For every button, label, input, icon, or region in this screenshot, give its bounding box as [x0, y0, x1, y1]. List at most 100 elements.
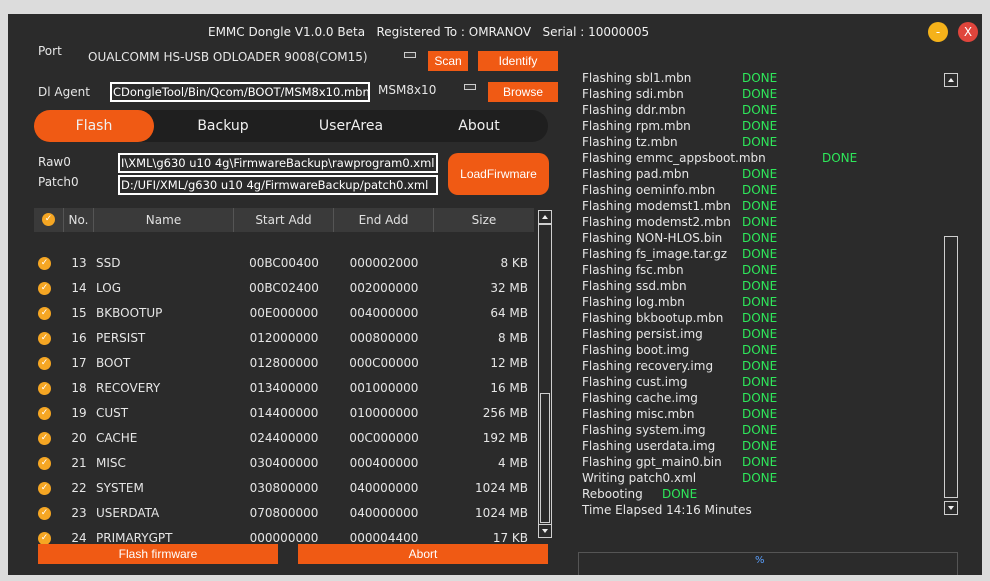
scan-button[interactable]: Scan [428, 51, 468, 71]
row-name: BOOT [96, 356, 131, 370]
row-size: 1024 MB [475, 506, 528, 520]
header-no: No. [64, 208, 94, 232]
log-line: Flashing ddr.mbn DONE [582, 102, 777, 118]
tab-userarea[interactable]: UserArea [292, 110, 410, 142]
log-line: Writing patch0.xml DONE [582, 470, 777, 486]
log-status: DONE [742, 311, 778, 325]
check-all-icon[interactable]: ✓ [42, 213, 55, 226]
agent-path-field[interactable]: CDongleTool/Bin/Qcom/BOOT/MSM8x10.mbn [110, 82, 370, 102]
close-button[interactable]: X [958, 22, 978, 42]
log-line: Flashing cache.img DONE [582, 390, 777, 406]
row-end: 000800000 [349, 331, 419, 345]
row-name: USERDATA [96, 506, 160, 520]
log-scrollbar[interactable] [944, 236, 958, 498]
log-status: DONE [742, 183, 778, 197]
row-start: 024400000 [249, 431, 319, 445]
table-row[interactable]: ✓ 20 CACHE 024400000 00C000000 192 MB [34, 426, 534, 451]
log-text: Flashing sbl1.mbn [582, 71, 692, 85]
progress-bar: % [578, 552, 958, 575]
minimize-button[interactable]: - [928, 22, 948, 42]
row-check-icon[interactable]: ✓ [38, 332, 51, 345]
log-status: DONE [662, 487, 698, 501]
log-scroll-up-icon[interactable] [944, 73, 958, 87]
port-toggle-icon[interactable] [404, 52, 416, 58]
table-scroll-thumb[interactable] [540, 393, 550, 523]
table-scroll-down-icon[interactable] [538, 524, 552, 538]
agent-label: Dl Agent [38, 85, 90, 99]
log-status: DONE [742, 247, 778, 261]
patch-path-field[interactable]: D:/UFI/XML/g630 u10 4g/FirmwareBackup/pa… [118, 175, 438, 195]
tab-flash[interactable]: Flash [34, 110, 154, 142]
raw-path-field[interactable]: I\XML\g630 u10 4g\FirmwareBackup\rawprog… [118, 153, 438, 173]
log-line: Flashing sdi.mbn DONE [582, 86, 777, 102]
table-row[interactable]: ✓ 13 SSD 00BC00400 000002000 8 KB [34, 251, 534, 276]
log-text: Flashing ssd.mbn [582, 279, 687, 293]
tab-about[interactable]: About [420, 110, 538, 142]
table-scrollbar[interactable] [538, 224, 552, 538]
port-value[interactable]: OUALCOMM HS-USB ODLOADER 9008(COM15) [88, 50, 368, 64]
header-name: Name [94, 208, 234, 232]
log-line: Flashing fsc.mbn DONE [582, 262, 777, 278]
row-check-icon[interactable]: ✓ [38, 282, 51, 295]
log-text: Rebooting [582, 487, 643, 501]
table-row[interactable]: ✓ 22 SYSTEM 030800000 040000000 1024 MB [34, 476, 534, 501]
table-row[interactable]: ✓ 14 LOG 00BC02400 002000000 32 MB [34, 276, 534, 301]
row-no: 18 [71, 381, 87, 395]
table-row[interactable]: ✓ 16 PERSIST 012000000 000800000 8 MB [34, 326, 534, 351]
log-line: Flashing bkbootup.mbn DONE [582, 310, 777, 326]
table-row[interactable]: ✓ 23 USERDATA 070800000 040000000 1024 MB [34, 501, 534, 526]
log-line: Flashing misc.mbn DONE [582, 406, 777, 422]
log-text: Flashing system.img [582, 423, 706, 437]
log-line: Flashing rpm.mbn DONE [582, 118, 777, 134]
browse-button[interactable]: Browse [488, 82, 558, 102]
row-size: 4 MB [497, 456, 528, 470]
patch-label: Patch0 [38, 175, 79, 189]
table-row[interactable]: ✓ 15 BKBOOTUP 00E000000 004000000 64 MB [34, 301, 534, 326]
row-start: 014400000 [249, 406, 319, 420]
row-end: 002000000 [349, 281, 419, 295]
agent-toggle-icon[interactable] [464, 84, 476, 90]
log-text: Flashing fsc.mbn [582, 263, 684, 277]
log-text: Flashing tz.mbn [582, 135, 678, 149]
row-check-icon[interactable]: ✓ [38, 507, 51, 520]
log-status: DONE [742, 375, 778, 389]
row-check-icon[interactable]: ✓ [38, 357, 51, 370]
table-row[interactable]: ✓ 18 RECOVERY 013400000 001000000 16 MB [34, 376, 534, 401]
row-size: 16 MB [490, 381, 528, 395]
log-line: Flashing boot.img DONE [582, 342, 777, 358]
row-check-icon[interactable]: ✓ [38, 307, 51, 320]
row-check-icon[interactable]: ✓ [38, 457, 51, 470]
row-no: 23 [71, 506, 87, 520]
window-title: EMMC Dongle V1.0.0 Beta Registered To : … [208, 25, 650, 39]
log-line: Flashing NON-HLOS.bin DONE [582, 230, 777, 246]
row-start: 030800000 [249, 481, 319, 495]
row-check-icon[interactable]: ✓ [38, 382, 51, 395]
table-row[interactable]: ✓ 19 CUST 014400000 010000000 256 MB [34, 401, 534, 426]
load-firmware-button[interactable]: LoadFirwmare [448, 153, 549, 195]
table-row[interactable]: ✓ 21 MISC 030400000 000400000 4 MB [34, 451, 534, 476]
tab-backup[interactable]: Backup [164, 110, 282, 142]
log-status: DONE [742, 215, 778, 229]
table-scroll-up-icon[interactable] [538, 210, 552, 224]
row-no: 22 [71, 481, 87, 495]
row-check-icon[interactable]: ✓ [38, 482, 51, 495]
flash-firmware-button[interactable]: Flash firmware [38, 544, 278, 564]
log-text: Flashing pad.mbn [582, 167, 690, 181]
log-scroll-down-icon[interactable] [944, 501, 958, 515]
log-text: Flashing recovery.img [582, 359, 714, 373]
abort-button[interactable]: Abort [298, 544, 548, 564]
log-text: Flashing NON-HLOS.bin [582, 231, 723, 245]
log-line: Flashing modemst2.mbn DONE [582, 214, 777, 230]
partition-table: ✓ No. Name Start Add End Add Size ✓ 13 SSD… [34, 208, 553, 545]
row-name: CUST [96, 406, 129, 420]
log-status: DONE [742, 343, 778, 357]
row-check-icon[interactable]: ✓ [38, 432, 51, 445]
identify-button[interactable]: Identify [478, 51, 558, 71]
header-check[interactable]: ✓ [34, 208, 64, 232]
log-status: DONE [742, 391, 778, 405]
table-row[interactable]: ✓ 17 BOOT 012800000 000C00000 12 MB [34, 351, 534, 376]
log-text: Flashing persist.img [582, 327, 703, 341]
log-line: Flashing pad.mbn DONE [582, 166, 777, 182]
row-check-icon[interactable]: ✓ [38, 257, 51, 270]
row-check-icon[interactable]: ✓ [38, 407, 51, 420]
